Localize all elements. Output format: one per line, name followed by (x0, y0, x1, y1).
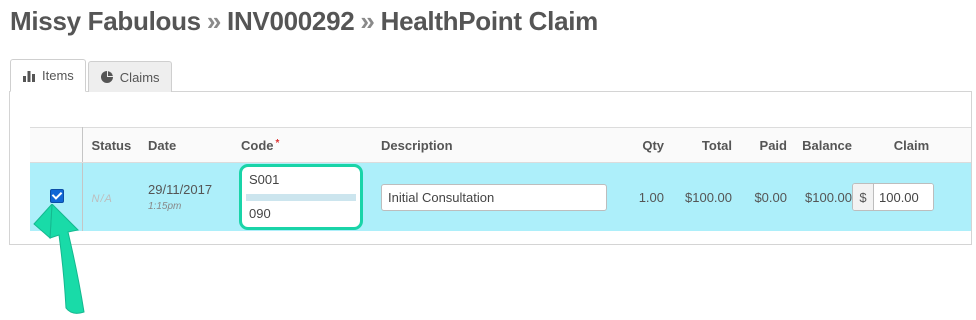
items-table: Status Date Code * Description Qty Total … (30, 127, 971, 231)
column-header-balance[interactable]: Balance (787, 127, 852, 163)
code-field-highlight[interactable]: S001 090 (239, 164, 363, 230)
claim-currency-prefix: $ (853, 184, 874, 210)
bar-chart-icon (23, 70, 35, 82)
claim-amount-input[interactable] (874, 184, 933, 210)
breadcrumb-separator: » (360, 6, 375, 36)
pointer-arrow-icon (33, 204, 85, 314)
column-header-total[interactable]: Total (664, 127, 732, 163)
tab-bar: Items Claims (10, 59, 174, 92)
table-header-row: Status Date Code * Description Qty Total … (30, 127, 971, 163)
code-service-value[interactable]: 090 (249, 206, 271, 221)
tab-items-label: Items (42, 68, 74, 83)
column-header-code[interactable]: Code * (241, 127, 381, 163)
description-cell (381, 162, 621, 231)
pie-chart-icon (100, 71, 113, 83)
balance-value: $100.00 (787, 162, 852, 231)
breadcrumb-page: HealthPoint Claim (380, 6, 599, 36)
column-header-qty[interactable]: Qty (621, 127, 664, 163)
tab-claims[interactable]: Claims (87, 61, 172, 92)
column-header-date[interactable]: Date (148, 127, 241, 163)
column-header-status[interactable]: Status (82, 127, 148, 163)
status-value: N/A (91, 192, 113, 205)
required-marker: * (275, 137, 280, 149)
row-select-checkbox[interactable] (50, 188, 64, 203)
tab-claims-label: Claims (119, 69, 160, 85)
tab-items[interactable]: Items (10, 59, 86, 92)
table-row[interactable]: N/A 29/11/2017 1:15pm 1.00 $100.00 $0.00… (30, 162, 971, 231)
paid-value: $0.00 (732, 162, 787, 231)
column-header-code-label: Code (241, 137, 274, 153)
claim-cell: $ (852, 162, 971, 231)
breadcrumb: Missy Fabulous» INV000292» HealthPoint Cla… (10, 6, 598, 37)
claim-amount-field: $ (852, 183, 934, 211)
code-divider (246, 194, 356, 201)
qty-value: 1.00 (621, 162, 664, 231)
description-input[interactable] (381, 183, 607, 211)
date-cell: 29/11/2017 1:15pm (148, 162, 241, 231)
date-value: 29/11/2017 (148, 182, 213, 197)
breadcrumb-separator: » (206, 6, 222, 36)
code-item-value[interactable]: S001 (249, 172, 279, 187)
column-header-claim[interactable]: Claim (852, 127, 971, 163)
column-header-paid[interactable]: Paid (732, 127, 787, 163)
select-column-header (30, 127, 83, 163)
breadcrumb-invoice[interactable]: INV000292 (227, 6, 355, 36)
breadcrumb-patient[interactable]: Missy Fabulous (10, 6, 201, 36)
time-value: 1:15pm (148, 201, 182, 212)
total-value: $100.00 (664, 162, 732, 231)
column-header-description[interactable]: Description (381, 127, 621, 163)
